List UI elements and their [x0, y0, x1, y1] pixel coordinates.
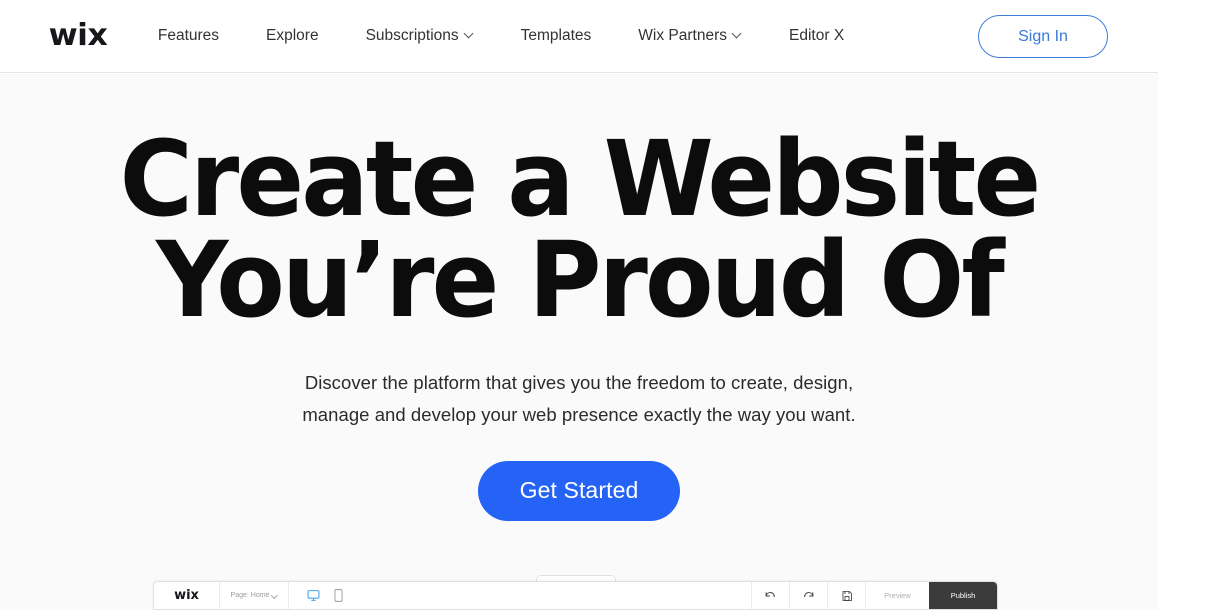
nav-item-label: Templates	[520, 27, 592, 44]
editor-undo-button[interactable]	[752, 582, 790, 609]
editor-redo-button[interactable]	[790, 582, 828, 609]
save-floppy-icon	[841, 590, 853, 602]
editor-toolbar-spacer	[361, 582, 752, 609]
editor-save-button[interactable]	[828, 582, 866, 609]
sign-in-button[interactable]: Sign In	[978, 15, 1108, 58]
editor-wix-logo[interactable]: wix	[154, 582, 220, 609]
headline-line-2: You’re Proud Of	[156, 218, 1005, 341]
mobile-phone-icon[interactable]	[334, 589, 343, 602]
nav-item-label: Editor X	[789, 27, 845, 44]
nav-item-editor-x[interactable]: Editor X	[789, 27, 844, 45]
chevron-down-icon	[733, 30, 742, 39]
site-header: wix Features Explore Subscriptions Templ…	[0, 0, 1158, 73]
get-started-button[interactable]: Get Started	[478, 460, 680, 521]
redo-arrow-icon	[802, 589, 815, 602]
editor-page-selector[interactable]: Page: Home	[220, 582, 289, 609]
editor-view-switcher	[289, 582, 361, 609]
chevron-down-icon	[272, 593, 277, 598]
nav-item-label: Explore	[266, 27, 319, 44]
desktop-monitor-icon[interactable]	[307, 589, 320, 602]
subtitle-line-2: manage and develop your web presence exa…	[302, 403, 856, 425]
nav-item-explore[interactable]: Explore	[266, 27, 319, 45]
nav-item-wix-partners[interactable]: Wix Partners	[638, 27, 742, 45]
editor-preview-button[interactable]: Preview	[866, 582, 929, 609]
editor-toolbar: wix Page: Home Preview Publish	[153, 581, 998, 610]
nav-item-label: Features	[157, 27, 220, 44]
website-viewport: wix Features Explore Subscriptions Templ…	[0, 0, 1158, 610]
editor-page-label: Page: Home	[230, 592, 270, 599]
main-navigation: Features Explore Subscriptions Templates…	[158, 27, 844, 45]
nav-item-subscriptions[interactable]: Subscriptions	[366, 27, 474, 45]
headline-line-1: Create a Website	[119, 118, 1042, 240]
wix-logo[interactable]: wix	[49, 21, 108, 51]
cta-container: Get Started	[0, 460, 1158, 521]
subtitle-line-1: Discover the platform that gives you the…	[304, 371, 854, 393]
nav-item-templates[interactable]: Templates	[521, 27, 592, 45]
editor-publish-button[interactable]: Publish	[929, 582, 997, 609]
nav-item-features[interactable]: Features	[158, 27, 219, 45]
nav-item-label: Wix Partners	[638, 27, 728, 44]
hero-subtitle: Discover the platform that gives you the…	[0, 367, 1158, 431]
editor-preview-mock: wix Page: Home Preview Publish	[153, 575, 998, 610]
undo-arrow-icon	[764, 589, 777, 602]
nav-item-label: Subscriptions	[365, 27, 459, 44]
chevron-down-icon	[465, 30, 474, 39]
page-title: Create a Website You’re Proud Of	[23, 118, 1135, 341]
hero-section: Create a Website You’re Proud Of Discove…	[0, 74, 1158, 610]
page-root: wix Features Explore Subscriptions Templ…	[0, 0, 1230, 610]
